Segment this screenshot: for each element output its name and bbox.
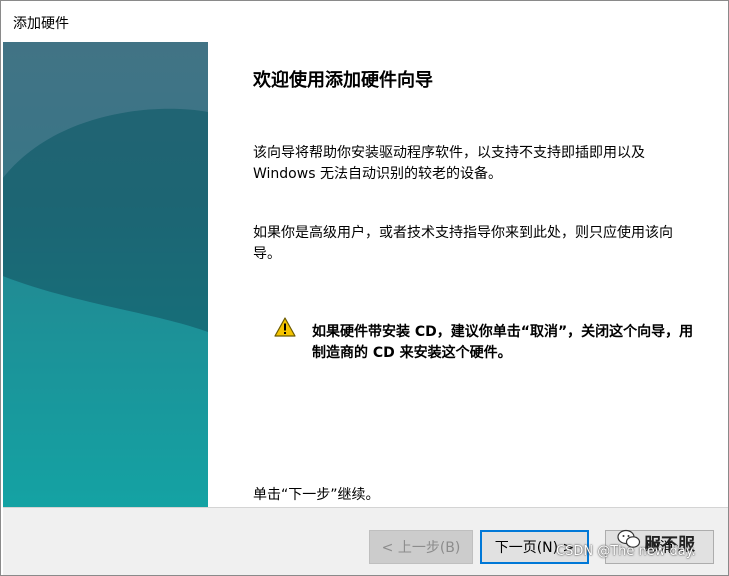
back-button[interactable]: < 上一步(B) (369, 530, 473, 564)
title-bar[interactable]: 添加硬件 (1, 1, 728, 41)
banner-swoosh (3, 42, 208, 507)
watermark-csdn: CSDN @The new day. (556, 544, 696, 559)
advanced-user-paragraph: 如果你是高级用户，或者技术支持指导你来到此处，则只应使用该向导。 (253, 225, 673, 262)
window-title: 添加硬件 (13, 16, 69, 32)
warning-icon (274, 317, 296, 337)
continue-hint: 单击“下一步”继续。 (253, 487, 380, 503)
intro-paragraph: 该向导将帮助你安装驱动程序软件，以支持不支持即插即用以及 Windows 无法自… (253, 145, 645, 182)
wizard-heading: 欢迎使用添加硬件向导 (253, 70, 433, 91)
add-hardware-window: 添加硬件 欢迎使用添加硬件向导 该向导将帮助你安装驱动程序软件，以支持不支持即插… (0, 0, 729, 576)
wizard-content: 欢迎使用添加硬件向导 该向导将帮助你安装驱动程序软件，以支持不支持即插即用以及 … (208, 42, 728, 507)
warning-notice: 如果硬件带安装 CD，建议你单击“取消”，关闭这个向导，用制造商的 CD 来安装… (274, 317, 704, 365)
wizard-banner-graphic (3, 42, 208, 507)
warning-text: 如果硬件带安装 CD，建议你单击“取消”，关闭这个向导，用制造商的 CD 来安装… (312, 324, 694, 361)
